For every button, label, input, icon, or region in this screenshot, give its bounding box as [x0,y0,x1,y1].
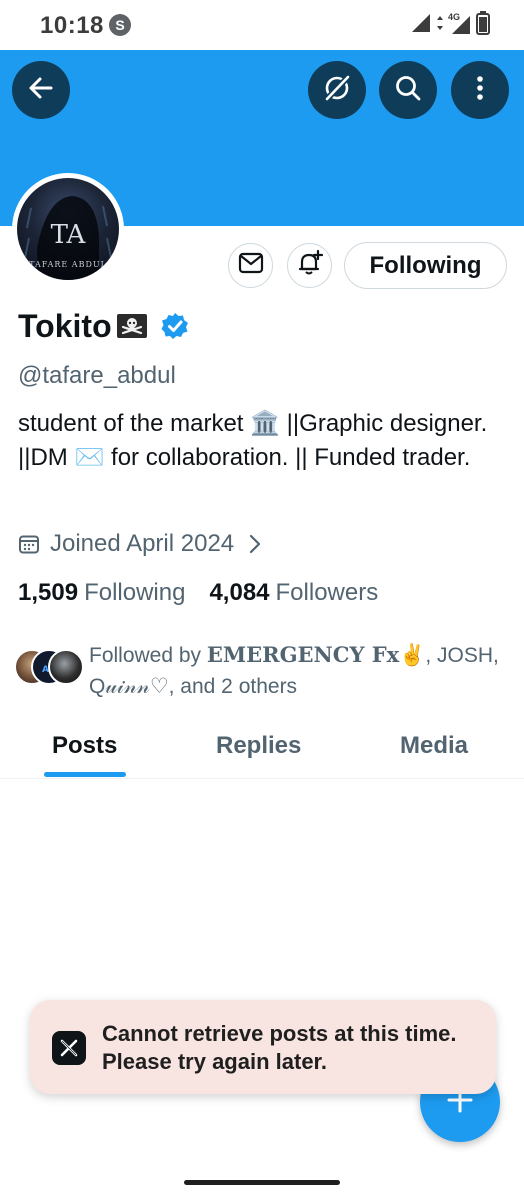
following-count: 1,509 [18,579,79,606]
follower-emoji-2: ♡ [149,675,169,698]
profile-tabs: Posts Replies Media [0,720,524,779]
joined-date-row[interactable]: Joined April 2024 [18,527,262,561]
profile-bio: student of the market 🏛️ ||Graphic desig… [18,407,498,475]
avatar-caption: TAFARE ABDUL [29,260,107,269]
calendar-icon [18,533,40,555]
status-bar: 10:18 S 4G [0,0,524,50]
following-stat[interactable]: 1,509 Following [18,579,185,607]
followed-by-prefix: Followed by [89,644,207,667]
status-time: 10:18 [40,12,104,39]
notifications-button[interactable] [287,243,332,288]
bio-emoji-envelope: ✉️ [74,444,105,471]
chevron-right-icon [248,533,262,555]
followed-by-suffix: , and 2 others [168,675,298,698]
x-logo-icon [52,1031,86,1065]
bell-plus-icon [296,249,324,282]
joined-date: Joined April 2024 [50,530,235,557]
display-name: Tokito [18,307,112,344]
followed-by-avatars[interactable]: AF [14,649,84,687]
grok-button[interactable] [308,61,366,119]
app-notification-icon: S [109,14,131,36]
wifi-signal-icon [410,12,432,39]
search-button[interactable] [379,61,437,119]
display-name-row: Tokito [18,306,190,346]
follower-name-2: Q𝓊𝒾𝓃𝓃 [89,675,150,698]
more-options-button[interactable] [451,61,509,119]
cell-signal-icon: 4G [448,12,472,36]
grok-icon [322,73,352,108]
error-toast[interactable]: Cannot retrieve posts at this time. Plea… [30,1000,496,1094]
pirate-flag-icon [114,311,150,341]
back-button[interactable] [12,61,70,119]
follower-name-1: 𝐄𝐌𝐄𝐑𝐆𝐄𝐍𝐂𝐘 𝐅𝐱 [206,642,400,667]
following-label: Following [84,579,186,606]
followed-by-separator: , JOSH, [425,644,499,667]
more-vertical-icon [475,74,485,107]
message-button[interactable] [228,243,273,288]
bio-text-3: for collaboration. || Funded trader. [104,444,471,471]
data-arrows-icon [436,12,444,39]
toast-message: Cannot retrieve posts at this time. Plea… [102,1021,457,1074]
bio-emoji-bank: 🏛️ [250,410,281,437]
search-icon [394,74,422,107]
battery-icon [476,10,490,40]
arrow-left-icon [27,74,55,107]
tab-media[interactable]: Media [400,732,468,760]
tab-posts[interactable]: Posts [52,732,117,760]
active-tab-indicator [44,772,126,777]
followers-label: Followers [275,579,379,606]
following-button[interactable]: Following [344,242,507,289]
gesture-nav-handle[interactable] [184,1180,340,1185]
followers-count: 4,084 [209,579,270,606]
tab-replies[interactable]: Replies [216,732,301,760]
profile-handle: @tafare_abdul [18,362,176,389]
mail-icon [238,252,264,279]
avatar-monogram: TA [50,220,86,250]
status-indicators: 4G [410,10,490,40]
follower-avatar [48,649,84,685]
bio-text-1: student of the market [18,410,251,437]
follow-stats: 1,509 Following 4,084 Followers [18,576,378,610]
followers-stat[interactable]: 4,084 Followers [209,579,378,607]
verified-badge-icon[interactable] [160,311,190,341]
profile-avatar[interactable]: TA TAFARE ABDUL [12,173,124,285]
followed-by-text[interactable]: Followed by 𝐄𝐌𝐄𝐑𝐆𝐄𝐍𝐂𝐘 𝐅𝐱✌️, JOSH, Q𝓊𝒾𝓃𝓃♡,… [89,639,509,702]
avatar-image: TA TAFARE ABDUL [17,178,119,280]
follower-emoji-1: ✌️ [399,644,426,667]
